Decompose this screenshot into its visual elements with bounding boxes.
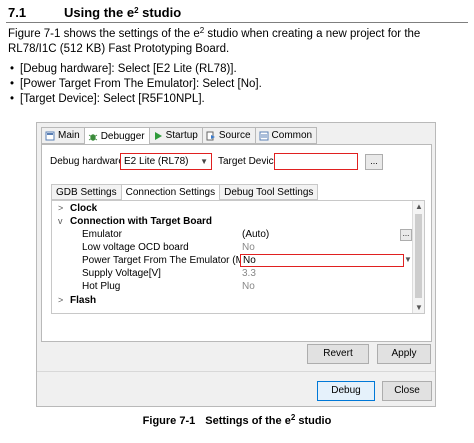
tab-startup-label: Startup [165, 130, 198, 141]
tab-main-label: Main [58, 130, 80, 141]
revert-button[interactable]: Revert [307, 344, 369, 364]
power-target-value: No [243, 255, 256, 266]
tab-source-label: Source [218, 130, 251, 141]
row-key: Supply Voltage[V] [82, 268, 161, 279]
debugger-bug-icon [88, 132, 98, 142]
collapse-chevron-icon[interactable]: v [58, 216, 63, 226]
connection-settings-table: > Clock v Connection with Target Board E… [51, 200, 425, 314]
subtab-gdb-settings[interactable]: GDB Settings [51, 184, 121, 200]
target-device-browse-button[interactable]: ... [365, 154, 383, 170]
scrollbar-thumb[interactable] [415, 214, 422, 298]
dialog-separator [37, 371, 435, 372]
debug-hardware-label: Debug hardware: [50, 156, 127, 167]
close-button[interactable]: Close [382, 381, 432, 401]
table-row-emulator[interactable]: Emulator (Auto) ... [52, 229, 412, 242]
table-row-flash[interactable]: > Flash [52, 295, 410, 308]
figure-caption-text: Settings of the e [205, 415, 291, 427]
configuration-tab-bar: Main Debugger Startup Source Common [41, 127, 318, 145]
row-value: 3.3 [242, 268, 256, 279]
debugger-settings-panel: Debug hardware: E2 Lite (RL78) ▼ Target … [41, 144, 432, 342]
scroll-up-icon[interactable]: ▲ [415, 202, 423, 211]
table-scrollbar[interactable]: ▲ ▼ [412, 201, 424, 313]
table-row-clock[interactable]: > Clock [52, 203, 410, 216]
table-row-supply-voltage[interactable]: Supply Voltage[V] 3.3 [52, 268, 410, 281]
row-key: Hot Plug [82, 281, 121, 292]
bullet-item: [Power Target From The Emulator]: Select… [10, 77, 262, 92]
common-icon [259, 131, 269, 141]
section-heading: 7.1 Using the e2 studio [6, 3, 468, 23]
section-title-suffix: studio [138, 5, 182, 20]
row-key: Clock [70, 203, 98, 214]
debug-hardware-value: E2 Lite (RL78) [124, 156, 189, 167]
row-value: (Auto) [242, 229, 270, 240]
tab-debugger-label: Debugger [100, 131, 145, 142]
source-icon [206, 131, 216, 141]
expand-chevron-icon[interactable]: > [58, 203, 63, 213]
emulator-browse-button[interactable]: ... [400, 229, 412, 241]
power-target-select[interactable]: No [240, 254, 404, 267]
main-tab-icon [45, 131, 55, 141]
section-title: Using the e2 studio [64, 5, 181, 20]
startup-play-icon [153, 131, 163, 141]
bullet-item: [Debug hardware]: Select [E2 Lite (RL78)… [10, 62, 262, 77]
table-row-hot-plug[interactable]: Hot Plug No [52, 281, 410, 294]
table-row-power-target[interactable]: Power Target From The Emulator (MAX 200m… [52, 254, 412, 268]
row-key: Connection with Target Board [70, 216, 213, 227]
tab-common-label: Common [271, 130, 313, 141]
tab-main[interactable]: Main [41, 127, 84, 144]
tab-common[interactable]: Common [254, 127, 318, 144]
debug-hardware-select[interactable]: E2 Lite (RL78) ▼ [120, 153, 212, 170]
section-title-text: Using the e [64, 5, 135, 20]
intro-text-1: Figure 7-1 shows the settings of the e [8, 28, 200, 40]
intro-paragraph: Figure 7-1 shows the settings of the e2 … [8, 27, 468, 57]
row-key: Emulator [82, 229, 123, 240]
tab-source[interactable]: Source [201, 127, 255, 144]
figure-caption-suffix: studio [295, 415, 332, 427]
expand-chevron-icon[interactable]: > [58, 295, 63, 305]
debug-button[interactable]: Debug [317, 381, 375, 401]
tab-startup[interactable]: Startup [148, 127, 202, 144]
target-device-field[interactable] [274, 153, 358, 170]
settings-bullet-list: [Debug hardware]: Select [E2 Lite (RL78)… [10, 62, 262, 107]
tab-debugger[interactable]: Debugger [83, 127, 149, 145]
debug-configuration-screenshot: Main Debugger Startup Source Common Debu… [36, 122, 436, 407]
scroll-down-icon[interactable]: ▼ [415, 303, 423, 312]
subtab-debug-tool-settings[interactable]: Debug Tool Settings [219, 184, 319, 200]
row-key: Low voltage OCD board [82, 242, 189, 253]
target-device-label: Target Device: [218, 156, 282, 167]
debugger-subtab-bar: GDB Settings Connection Settings Debug T… [51, 184, 319, 201]
bullet-item: [Target Device]: Select [R5F10NPL]. [10, 92, 262, 107]
figure-number: Figure 7-1 [142, 415, 196, 427]
row-key: Flash [70, 295, 97, 306]
section-number: 7.1 [8, 5, 27, 20]
row-key: Power Target From The Emulator (MAX 200m… [82, 255, 240, 266]
subtab-connection-settings[interactable]: Connection Settings [120, 184, 220, 201]
chevron-down-icon: ▼ [200, 157, 208, 166]
table-row-connection[interactable]: v Connection with Target Board [52, 216, 410, 229]
figure-caption: Figure 7-1 Settings of the e2 studio [0, 414, 474, 428]
row-value: No [242, 242, 255, 253]
apply-button[interactable]: Apply [377, 344, 431, 364]
row-value: No [242, 281, 255, 292]
chevron-down-icon[interactable]: ▼ [404, 255, 412, 264]
